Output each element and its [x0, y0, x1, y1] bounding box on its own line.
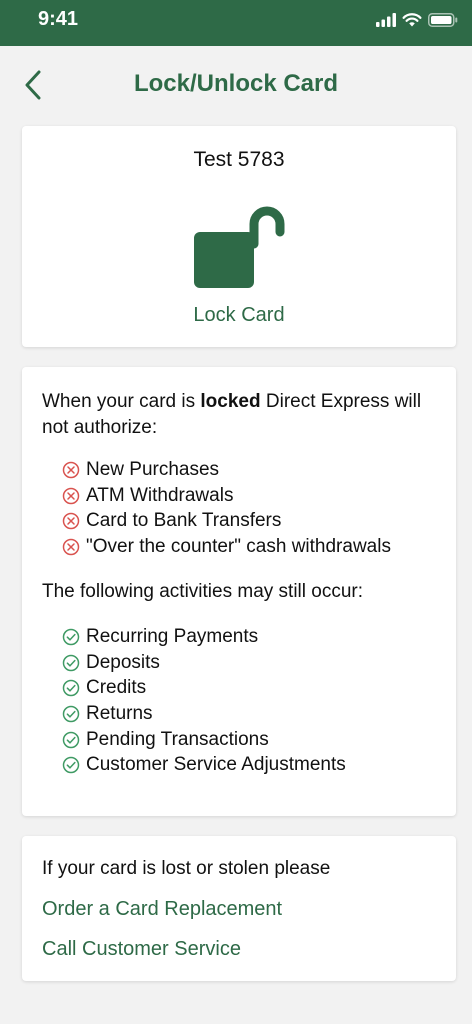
page-title: Lock/Unlock Card [133, 70, 339, 97]
check-circle-icon [62, 679, 80, 697]
list-item: Customer Service Adjustments [62, 752, 446, 778]
card-name: Test 5783 [193, 148, 285, 171]
unlocked-padlock-icon[interactable] [194, 198, 286, 290]
intro-prefix: When your card is [42, 391, 201, 412]
list-item: Credits [62, 675, 446, 701]
allowed-activities-list: Recurring Payments Deposits Credits Retu… [62, 624, 446, 778]
order-replacement-link[interactable]: Order a Card Replacement [42, 898, 282, 921]
list-item-label: Deposits [86, 651, 160, 673]
check-circle-icon [62, 654, 80, 671]
blocked-activities-list: New Purchases ATM Withdrawals Card to Ba… [62, 457, 446, 560]
list-item: ATM Withdrawals [62, 483, 446, 509]
wifi-icon [402, 13, 422, 27]
list-item-label: Credits [86, 677, 147, 699]
lock-card-button[interactable]: Lock Card [22, 304, 456, 327]
x-circle-icon [62, 487, 80, 504]
card-lost-stolen-panel: If your card is lost or stolen please Or… [22, 836, 456, 981]
battery-icon [428, 13, 458, 27]
list-item-label: Recurring Payments [86, 625, 259, 647]
x-circle-icon [62, 461, 80, 479]
list-item-label: Customer Service Adjustments [86, 754, 346, 776]
check-circle-icon [62, 731, 80, 748]
list-item-label: ATM Withdrawals [86, 484, 234, 506]
list-item: Recurring Payments [62, 624, 446, 650]
list-item: Card to Bank Transfers [62, 508, 446, 534]
list-item: Deposits [62, 650, 446, 676]
list-item: New Purchases [62, 457, 446, 483]
list-item-label: Returns [86, 702, 153, 724]
list-item: "Over the counter" cash withdrawals [62, 534, 446, 560]
status-time: 9:41 [38, 8, 79, 30]
x-circle-icon [62, 538, 80, 556]
list-item-label: Card to Bank Transfers [86, 510, 282, 532]
check-circle-icon [62, 705, 80, 723]
locked-intro-text: When your card is locked Direct Express … [42, 389, 436, 441]
call-customer-service-link[interactable]: Call Customer Service [42, 938, 241, 961]
still-occur-text: The following activities may still occur… [42, 581, 363, 602]
signal-icon [376, 13, 396, 27]
list-item-label: New Purchases [86, 458, 220, 480]
x-circle-icon [62, 512, 80, 530]
list-item: Pending Transactions [62, 727, 446, 753]
list-item-label: Pending Transactions [86, 728, 269, 750]
list-item: Returns [62, 701, 446, 727]
lost-stolen-text: If your card is lost or stolen please [42, 858, 331, 879]
card-lock-panel: Test 5783 Lock Card [22, 126, 456, 347]
status-icons [376, 10, 458, 30]
intro-bold: locked [200, 391, 261, 412]
check-circle-icon [62, 628, 80, 646]
status-bar: 9:41 [0, 0, 472, 46]
nav-bar: Lock/Unlock Card [0, 46, 472, 124]
check-circle-icon [62, 757, 80, 774]
list-item-label: "Over the counter" cash withdrawals [86, 535, 391, 557]
card-info-panel: When your card is locked Direct Express … [22, 367, 456, 816]
